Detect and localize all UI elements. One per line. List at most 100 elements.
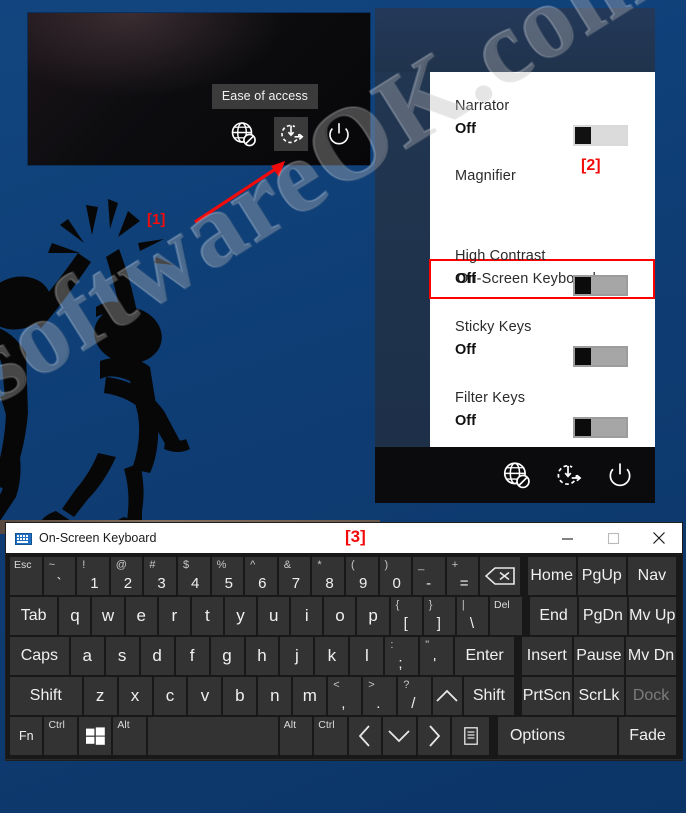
osk-key-[interactable]: " '	[420, 637, 454, 675]
osk-key-end[interactable]: End	[529, 597, 578, 635]
osk-key-pause[interactable]: Pause	[573, 637, 624, 675]
osk-key-home[interactable]: Home	[527, 557, 576, 595]
eoa-item-sticky-keys[interactable]: Sticky Keys Off	[430, 319, 655, 367]
osk-key-[interactable]: + =	[446, 557, 479, 595]
arrow-down-icon[interactable]	[383, 717, 416, 755]
osk-key-5[interactable]: % 5	[211, 557, 244, 595]
osk-key-c[interactable]: c	[153, 677, 187, 715]
osk-key-6[interactable]: ^ 6	[245, 557, 277, 595]
network-disabled-icon[interactable]	[499, 458, 533, 492]
osk-key-alt[interactable]: Alt	[113, 717, 146, 755]
ease-of-access-icon[interactable]	[551, 458, 585, 492]
osk-key-i[interactable]: i	[291, 597, 323, 635]
osk-key-2[interactable]: @2	[110, 557, 143, 595]
osk-key-e[interactable]: e	[125, 597, 157, 635]
eoa-item-magnifier[interactable]: Magnifier	[430, 168, 655, 184]
key-shift-label: <	[333, 679, 340, 691]
eoa-item-high-contrast[interactable]: High Contrast Off	[430, 248, 655, 296]
osk-key-pgdn[interactable]: PgDn	[579, 597, 627, 635]
osk-key-9[interactable]: (9	[345, 557, 378, 595]
osk-key-alt[interactable]: Alt	[279, 717, 313, 755]
osk-key-caps[interactable]: Caps	[10, 637, 69, 675]
filter-keys-toggle[interactable]	[573, 417, 628, 438]
ease-of-access-icon[interactable]	[274, 117, 308, 151]
power-icon[interactable]	[322, 117, 356, 151]
osk-key-tab[interactable]: Tab	[10, 597, 58, 635]
osk-key-x[interactable]: x	[118, 677, 152, 715]
network-disabled-icon[interactable]	[226, 117, 260, 151]
osk-key-o[interactable]: o	[324, 597, 356, 635]
osk-key-k[interactable]: k	[315, 637, 349, 675]
osk-key-m[interactable]: m	[293, 677, 327, 715]
osk-key-4[interactable]: $4	[177, 557, 210, 595]
osk-key-mv-up[interactable]: Mv Up	[628, 597, 676, 635]
osk-key-shift[interactable]: Shift	[463, 677, 514, 715]
osk-key-u[interactable]: u	[258, 597, 290, 635]
osk-key-[interactable]: <,	[328, 677, 362, 715]
windows-logo-icon[interactable]	[78, 717, 112, 755]
osk-key-esc[interactable]: Esc	[10, 557, 42, 595]
minimize-button[interactable]	[544, 523, 590, 553]
osk-key-h[interactable]: h	[245, 637, 279, 675]
maximize-button[interactable]	[590, 523, 636, 553]
osk-key-enter[interactable]: Enter	[455, 637, 514, 675]
osk-key-[interactable]: ~ `	[43, 557, 76, 595]
osk-key-nav[interactable]: Nav	[627, 557, 676, 595]
osk-key-0[interactable]: ) 0	[379, 557, 412, 595]
osk-key-space[interactable]	[147, 717, 278, 755]
osk-key-mv-dn[interactable]: Mv Dn	[625, 637, 677, 675]
arrow-right-icon[interactable]	[417, 717, 451, 755]
osk-key-v[interactable]: v	[188, 677, 222, 715]
osk-key-7[interactable]: & 7	[278, 557, 311, 595]
backspace-icon[interactable]	[480, 557, 521, 595]
osk-title-bar[interactable]: On-Screen Keyboard	[6, 523, 682, 553]
osk-key-[interactable]: }]	[423, 597, 455, 635]
osk-key-shift[interactable]: Shift	[10, 677, 82, 715]
osk-key-r[interactable]: r	[158, 597, 190, 635]
osk-key-n[interactable]: n	[258, 677, 292, 715]
osk-key-fade[interactable]: Fade	[619, 717, 676, 755]
arrow-left-icon[interactable]	[348, 717, 382, 755]
osk-key-prtscn[interactable]: PrtScn	[521, 677, 572, 715]
eoa-item-filter-keys[interactable]: Filter Keys Off	[430, 390, 655, 438]
osk-key-scrlk[interactable]: ScrLk	[573, 677, 624, 715]
osk-key-1[interactable]: ! 1	[77, 557, 109, 595]
osk-key-ctrl[interactable]: Ctrl	[314, 717, 347, 755]
sticky-keys-toggle[interactable]	[573, 346, 628, 367]
osk-key-a[interactable]: a	[70, 637, 104, 675]
osk-key-p[interactable]: p	[357, 597, 389, 635]
osk-key-d[interactable]: d	[140, 637, 174, 675]
osk-key-t[interactable]: t	[191, 597, 223, 635]
osk-key-fn[interactable]: Fn	[10, 717, 43, 755]
osk-key-s[interactable]: s	[105, 637, 139, 675]
osk-key-pgup[interactable]: PgUp	[577, 557, 626, 595]
osk-key-y[interactable]: y	[224, 597, 257, 635]
menu-icon[interactable]	[452, 717, 490, 755]
osk-key-del[interactable]: Del	[489, 597, 523, 635]
osk-key-[interactable]: {[	[390, 597, 422, 635]
osk-key-3[interactable]: #3	[144, 557, 176, 595]
power-icon[interactable]	[603, 458, 637, 492]
high-contrast-toggle[interactable]	[573, 275, 628, 296]
osk-key-g[interactable]: g	[210, 637, 244, 675]
osk-key-l[interactable]: l	[350, 637, 384, 675]
osk-key-[interactable]: | \	[456, 597, 488, 635]
eoa-item-narrator[interactable]: Narrator Off	[430, 98, 655, 146]
shift-up-arrow-icon[interactable]	[433, 677, 462, 715]
osk-key-b[interactable]: b	[223, 677, 257, 715]
osk-key-[interactable]: :;	[385, 637, 419, 675]
osk-key-j[interactable]: j	[280, 637, 314, 675]
osk-key-[interactable]: >.	[363, 677, 397, 715]
osk-key-[interactable]: _ -	[413, 557, 445, 595]
osk-key-insert[interactable]: Insert	[521, 637, 572, 675]
close-button[interactable]	[636, 523, 682, 553]
osk-key-options[interactable]: Options	[497, 717, 618, 755]
osk-key-w[interactable]: w	[92, 597, 124, 635]
osk-key-[interactable]: ? /	[398, 677, 432, 715]
osk-key-8[interactable]: * 8	[312, 557, 344, 595]
osk-key-ctrl[interactable]: Ctrl	[44, 717, 77, 755]
narrator-toggle[interactable]	[573, 125, 628, 146]
osk-key-z[interactable]: z	[83, 677, 117, 715]
osk-key-f[interactable]: f	[175, 637, 209, 675]
osk-key-q[interactable]: q	[59, 597, 91, 635]
